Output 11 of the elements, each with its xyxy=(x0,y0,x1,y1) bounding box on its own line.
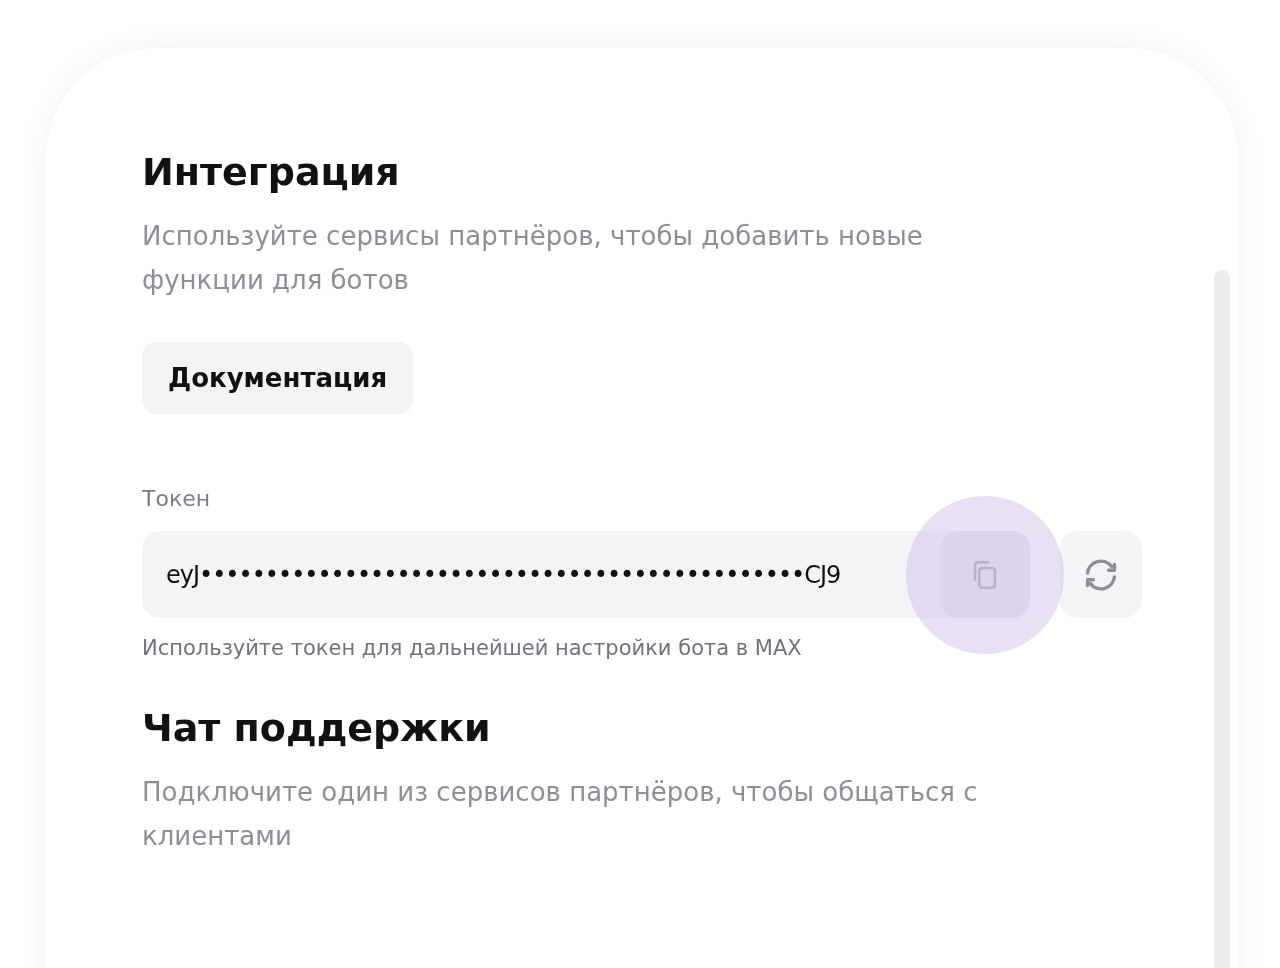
section-title: Интеграция xyxy=(142,149,401,196)
documentation-button[interactable]: Документация xyxy=(142,342,414,414)
field-hint: Используйте токен для дальнейшей настройки бота в MAX xyxy=(142,636,803,660)
section-description: Подключите один из сервисов партнёров, чтобы общаться с клиентами xyxy=(142,776,979,853)
token-value: eyJ••••••••••••••••••••••••••••••••••••••••••••••CJ9 xyxy=(166,560,842,589)
token-field[interactable]: eyJ••••••••••••••••••••••••••••••••••••••••••••••CJ9 xyxy=(142,531,1030,618)
copy-button[interactable] xyxy=(940,531,1030,618)
field-label: Токен xyxy=(142,486,212,511)
refresh-button[interactable] xyxy=(1060,531,1142,618)
section-description: Используйте сервисы партнёров, чтобы добавить новые функции для ботов xyxy=(142,220,924,297)
section-title: Чат поддержки xyxy=(142,705,492,752)
